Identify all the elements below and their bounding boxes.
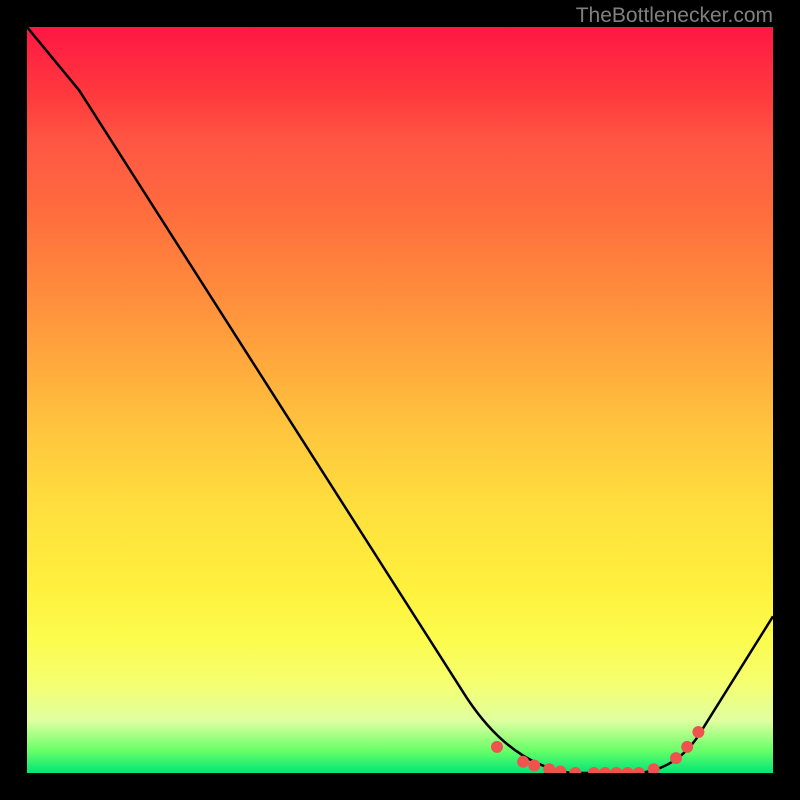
data-point bbox=[633, 767, 645, 773]
data-point bbox=[681, 741, 693, 753]
data-point bbox=[622, 767, 634, 773]
data-point bbox=[517, 756, 529, 768]
chart-plot-area bbox=[27, 27, 773, 773]
data-point bbox=[670, 752, 682, 764]
chart-svg bbox=[27, 27, 773, 773]
data-point bbox=[569, 767, 581, 773]
data-point bbox=[528, 760, 540, 772]
data-point bbox=[692, 726, 704, 738]
data-point bbox=[599, 767, 611, 773]
data-point bbox=[491, 741, 503, 753]
data-point bbox=[588, 767, 600, 773]
attribution-text: TheBottlenecker.com bbox=[576, 4, 773, 28]
curve-group bbox=[27, 27, 773, 773]
data-point bbox=[543, 763, 555, 773]
data-point bbox=[648, 763, 660, 773]
bottleneck-curve bbox=[27, 27, 773, 773]
data-point bbox=[554, 766, 566, 773]
data-points-group bbox=[491, 726, 704, 773]
data-point bbox=[610, 767, 622, 773]
